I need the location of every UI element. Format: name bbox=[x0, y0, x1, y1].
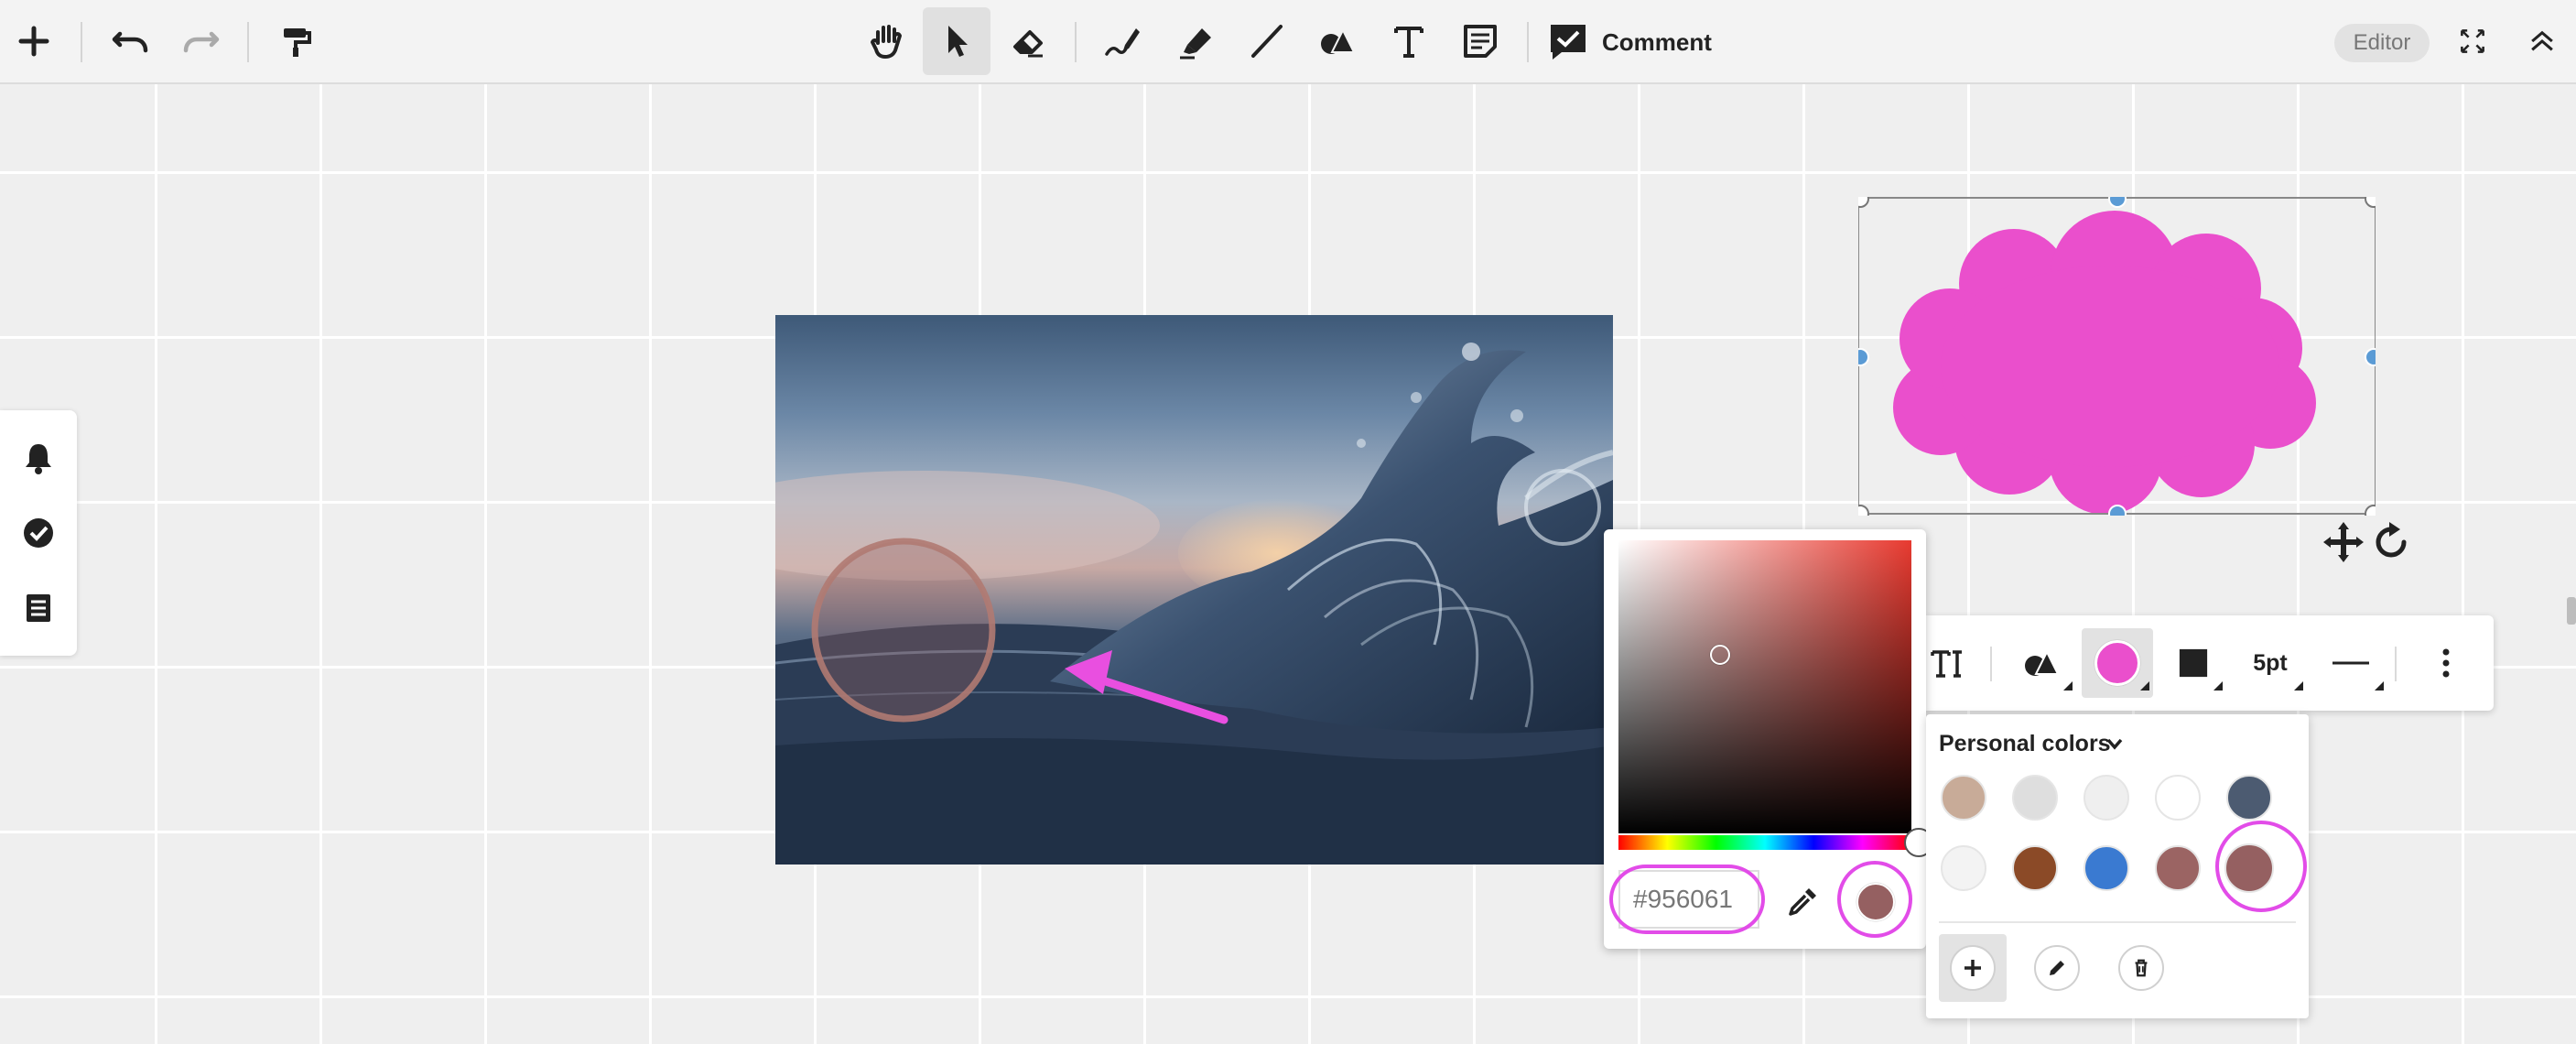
highlighter-icon bbox=[1180, 28, 1211, 60]
pointer-icon bbox=[948, 26, 968, 57]
personal-colors-title[interactable]: Personal colors bbox=[1939, 731, 2111, 757]
notifications-button[interactable] bbox=[11, 430, 66, 485]
undo-button[interactable] bbox=[97, 7, 165, 75]
line-icon bbox=[1251, 25, 1283, 58]
wave-photo[interactable] bbox=[775, 315, 1613, 865]
saturation-value-area[interactable] bbox=[1618, 540, 1911, 833]
text-size-icon bbox=[1931, 650, 1962, 678]
plus-icon bbox=[18, 26, 49, 57]
edit-colors-button[interactable] bbox=[2034, 945, 2080, 991]
hand-icon bbox=[871, 25, 902, 59]
shapes-icon bbox=[2025, 649, 2060, 676]
shape-type-button[interactable] bbox=[2007, 628, 2076, 698]
color-picker-popup bbox=[1604, 529, 1933, 949]
fullscreen-button[interactable] bbox=[2439, 7, 2506, 75]
editor-badge[interactable]: Editor bbox=[2334, 24, 2430, 62]
side-panel bbox=[0, 410, 77, 656]
stroke-width-button[interactable]: 5pt bbox=[2234, 628, 2307, 698]
stroke-width-label: 5pt bbox=[2253, 649, 2288, 676]
rotate-icon[interactable] bbox=[2369, 520, 2413, 564]
collapse-toolbar-button[interactable] bbox=[2508, 7, 2576, 75]
pen-icon bbox=[1105, 28, 1140, 56]
color-swatch[interactable] bbox=[1941, 775, 1986, 821]
text-icon bbox=[1394, 27, 1423, 58]
saturation-value-handle[interactable] bbox=[1710, 645, 1730, 665]
check-circle-icon bbox=[24, 518, 53, 548]
expand-icon bbox=[2461, 29, 2484, 53]
pages-list-button[interactable] bbox=[11, 581, 66, 636]
color-swatch[interactable] bbox=[2084, 845, 2129, 891]
hue-slider[interactable] bbox=[1618, 835, 1911, 850]
chevron-down-icon[interactable] bbox=[2105, 734, 2124, 753]
fill-color-swatch bbox=[2094, 640, 2140, 686]
square-stroke-icon bbox=[2179, 648, 2208, 678]
color-swatch[interactable] bbox=[1941, 845, 1986, 891]
solid-line-icon bbox=[2332, 661, 2369, 665]
shape-format-toolbar: 5pt bbox=[1926, 615, 2494, 711]
more-options-button[interactable] bbox=[2411, 628, 2481, 698]
delete-color-button[interactable] bbox=[2118, 945, 2164, 991]
sticky-note-tool-button[interactable] bbox=[1446, 7, 1514, 75]
select-tool-button[interactable] bbox=[923, 7, 990, 75]
stroke-style-button[interactable] bbox=[2314, 628, 2387, 698]
shapes-tool-button[interactable] bbox=[1304, 7, 1371, 75]
eraser-tool-button[interactable] bbox=[994, 7, 1062, 75]
cloud-shape bbox=[1851, 190, 2383, 523]
highlighter-tool-button[interactable] bbox=[1163, 7, 1230, 75]
stroke-color-button[interactable] bbox=[2160, 628, 2226, 698]
color-swatch[interactable] bbox=[2012, 775, 2058, 821]
redo-button[interactable] bbox=[167, 7, 234, 75]
color-swatch[interactable] bbox=[2084, 775, 2129, 821]
text-size-button[interactable] bbox=[1926, 628, 1968, 698]
shapes-icon bbox=[1321, 27, 1356, 54]
redo-icon bbox=[183, 31, 220, 53]
trash-icon bbox=[2135, 959, 2148, 977]
hex-color-input[interactable] bbox=[1618, 870, 1759, 929]
comment-button[interactable]: Comment bbox=[1547, 13, 1712, 71]
line-tool-button[interactable] bbox=[1232, 7, 1300, 75]
tasks-button[interactable] bbox=[11, 506, 66, 560]
color-swatch[interactable] bbox=[2155, 845, 2201, 891]
pencil-icon bbox=[2050, 961, 2064, 975]
color-swatch[interactable] bbox=[2224, 843, 2274, 893]
move-icon[interactable] bbox=[2318, 518, 2369, 566]
format-painter-button[interactable] bbox=[262, 7, 330, 75]
comment-check-icon bbox=[1551, 25, 1586, 60]
color-swatch[interactable] bbox=[2155, 775, 2201, 821]
comment-label: Comment bbox=[1602, 27, 1712, 56]
list-icon bbox=[27, 594, 50, 622]
pan-tool-button[interactable] bbox=[853, 7, 921, 75]
more-vertical-icon bbox=[2442, 648, 2450, 678]
color-swatch[interactable] bbox=[2012, 845, 2058, 891]
eyedropper-icon[interactable] bbox=[1785, 883, 1822, 919]
add-color-button[interactable] bbox=[1950, 945, 1996, 991]
main-toolbar: Comment Editor bbox=[0, 0, 2576, 84]
selected-color-preview[interactable] bbox=[1856, 883, 1895, 921]
color-swatch[interactable] bbox=[2226, 775, 2272, 821]
paint-roller-icon bbox=[284, 28, 311, 57]
pen-tool-button[interactable] bbox=[1089, 7, 1157, 75]
chevron-double-up-icon bbox=[2531, 30, 2553, 51]
undo-icon bbox=[112, 31, 148, 53]
bell-icon bbox=[26, 444, 51, 474]
add-button[interactable] bbox=[0, 7, 68, 75]
wave-photo-art bbox=[775, 343, 1613, 865]
sticky-note-icon bbox=[1464, 25, 1497, 58]
scrollbar-thumb[interactable] bbox=[2567, 597, 2576, 625]
eraser-icon bbox=[1013, 30, 1043, 58]
plus-icon bbox=[1964, 960, 1981, 976]
text-tool-button[interactable] bbox=[1375, 7, 1443, 75]
fill-color-button[interactable] bbox=[2082, 628, 2153, 698]
personal-colors-panel: Personal colors bbox=[1926, 714, 2309, 1018]
cloud-shape-selection[interactable] bbox=[1851, 190, 2383, 523]
